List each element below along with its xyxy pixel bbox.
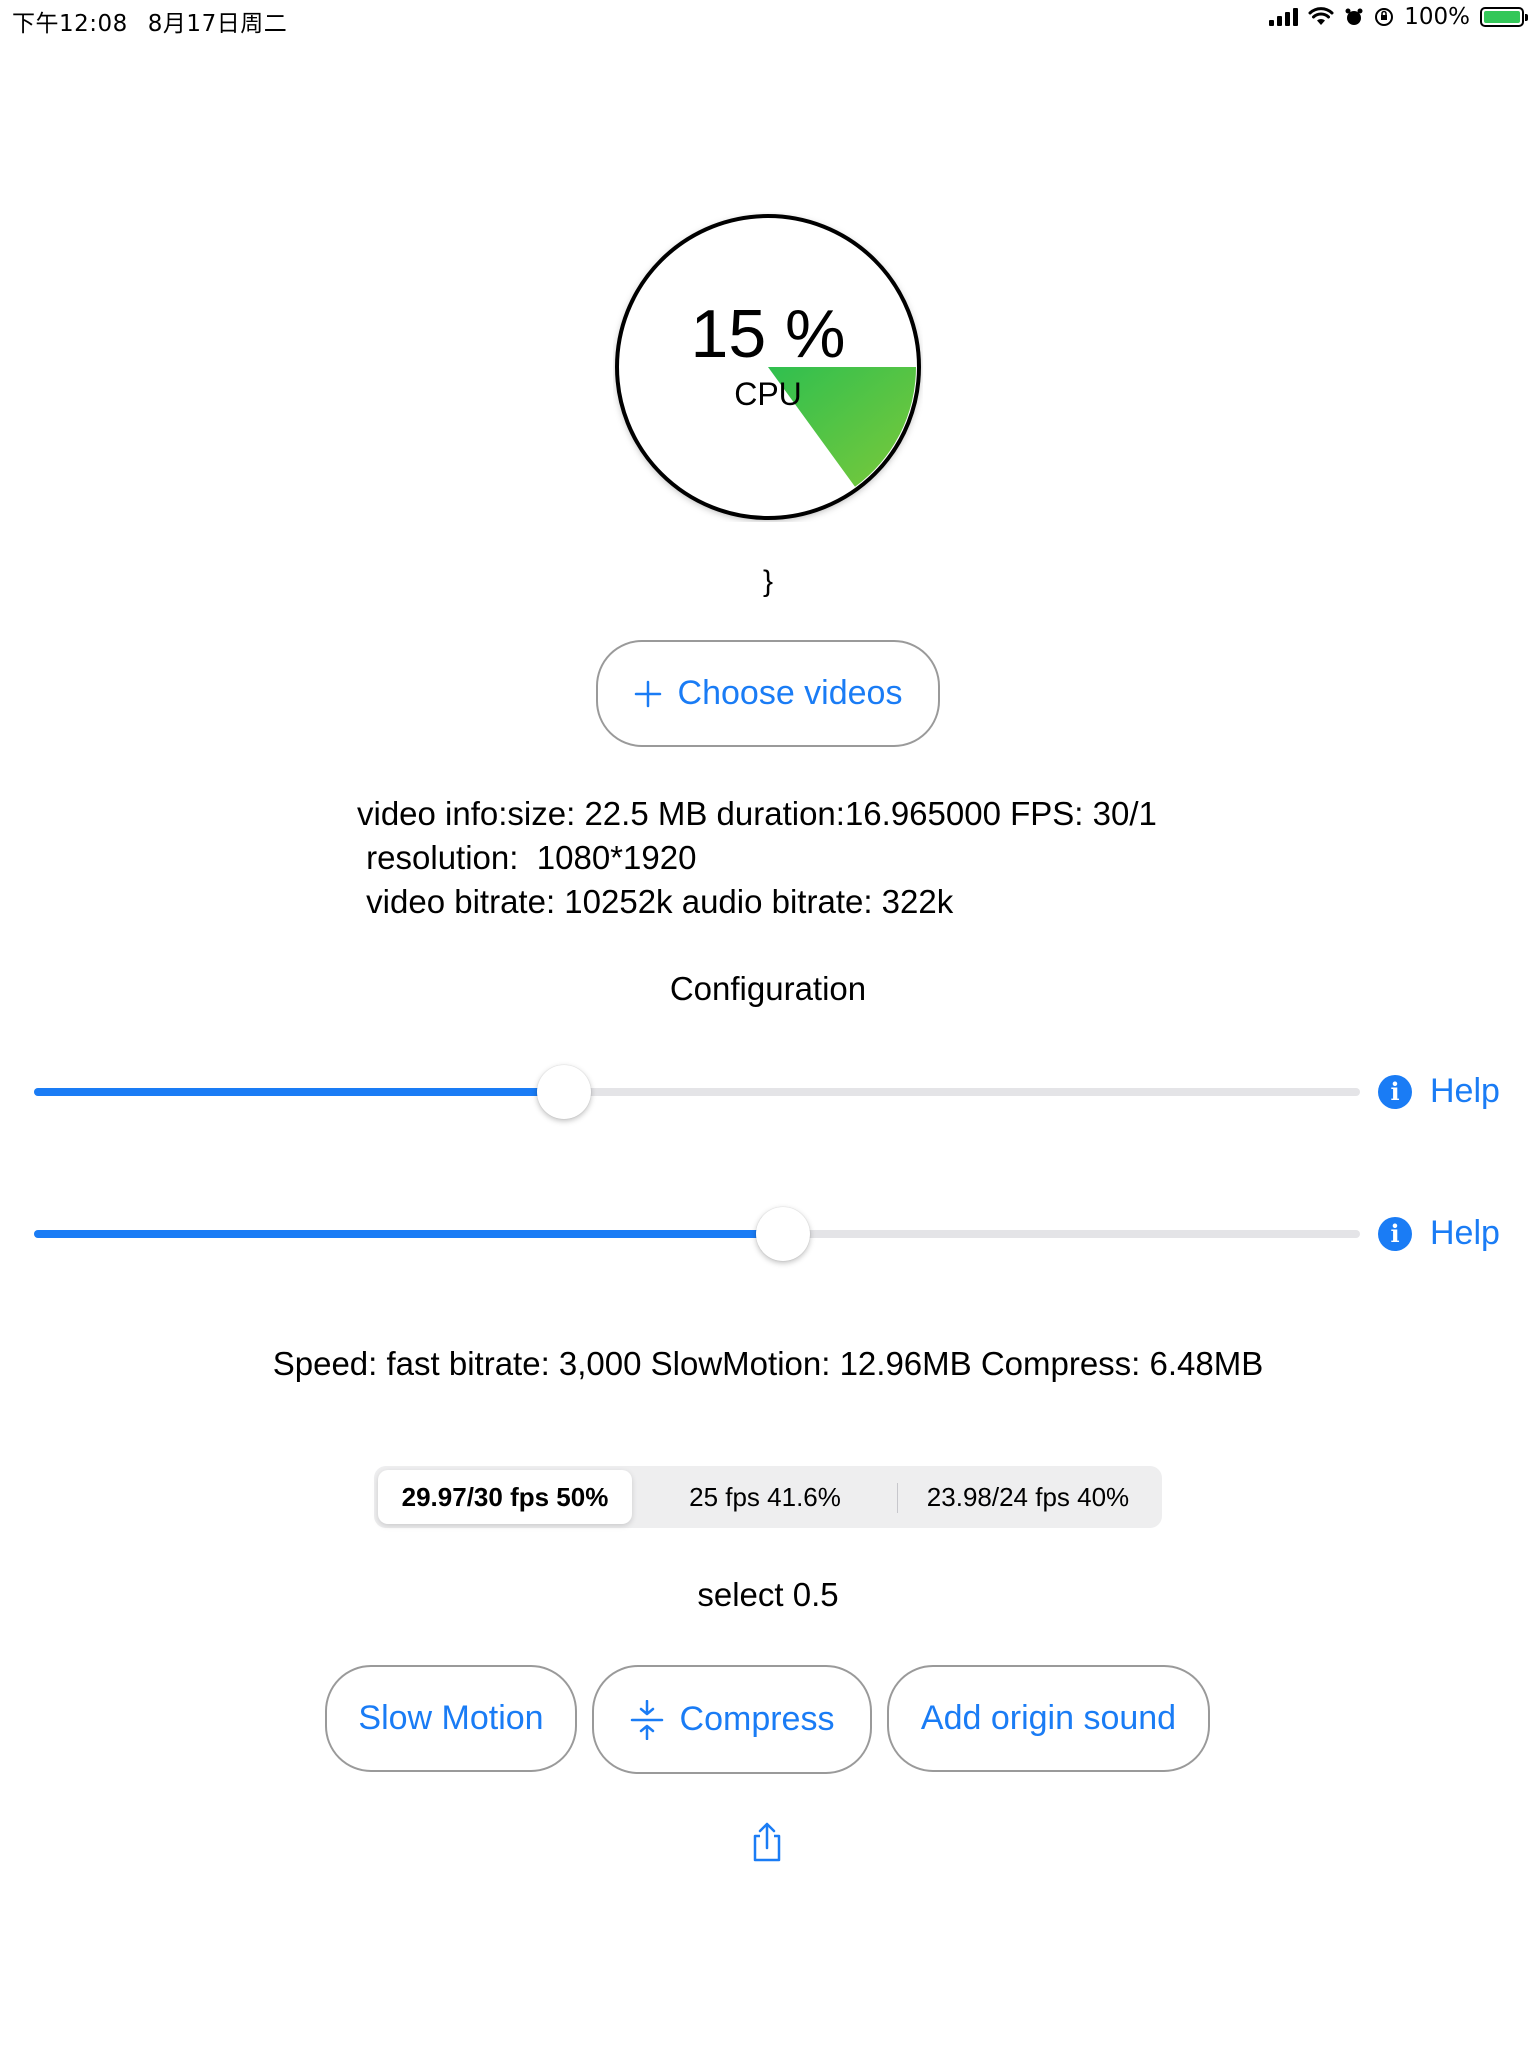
compress-label: Compress — [679, 1700, 835, 1738]
compress-icon — [630, 1699, 663, 1740]
add-origin-sound-label: Add origin sound — [920, 1699, 1177, 1737]
speed-slider-thumb[interactable] — [537, 1065, 592, 1119]
share-icon[interactable] — [750, 1822, 784, 1862]
video-info: video info:size: 22.5 MB duration:16.965… — [357, 792, 1157, 924]
select-value: select 0.5 — [697, 1576, 839, 1613]
speed-slider-fill — [34, 1088, 565, 1096]
cpu-percent: 15 % — [690, 296, 846, 372]
rotation-lock-icon — [1375, 8, 1394, 26]
add-origin-sound-button[interactable]: Add origin sound — [887, 1665, 1210, 1772]
wifi-icon — [1308, 7, 1334, 25]
plus-icon — [634, 680, 661, 707]
bitrate-slider-fill — [34, 1230, 784, 1238]
bitrate-slider-thumb[interactable] — [756, 1207, 811, 1261]
video-info-line: video info:size: 22.5 MB duration:16.965… — [357, 795, 1157, 832]
segment-30fps[interactable]: 29.97/30 fps 50% — [378, 1470, 632, 1524]
segment-25fps[interactable]: 25 fps 41.6% — [632, 1470, 898, 1524]
slow-motion-button[interactable]: Slow Motion — [325, 1665, 577, 1772]
speed-summary: Speed: fast bitrate: 3,000 SlowMotion: 1… — [272, 1345, 1264, 1382]
status-time: 下午12:08 — [12, 11, 128, 37]
compress-button[interactable]: Compress — [592, 1665, 872, 1774]
cellular-signal-icon — [1269, 8, 1299, 26]
help-button-bitrate[interactable]: i Help — [1378, 1214, 1500, 1253]
cpu-gauge-text: 15 % CPU — [613, 300, 923, 413]
video-resolution-line: resolution: 1080*1920 — [357, 839, 697, 876]
battery-charging-icon — [1480, 7, 1528, 27]
help-label: Help — [1430, 1072, 1500, 1110]
help-button-speed[interactable]: i Help — [1378, 1072, 1500, 1111]
help-label: Help — [1430, 1214, 1500, 1252]
info-icon: i — [1378, 1216, 1412, 1251]
status-bar-right: 100% — [1269, 4, 1528, 30]
status-bar-left: 下午12:08 8月17日周二 — [12, 4, 307, 38]
alarm-icon — [1345, 8, 1363, 25]
configuration-title: Configuration — [669, 970, 867, 1007]
brace-text: } — [762, 565, 774, 598]
segment-24fps[interactable]: 23.98/24 fps 40% — [898, 1470, 1158, 1524]
battery-percent: 100% — [1404, 4, 1470, 30]
video-bitrate-line: video bitrate: 10252k audio bitrate: 322… — [357, 883, 954, 920]
choose-videos-button[interactable]: Choose videos — [596, 640, 940, 747]
choose-videos-label: Choose videos — [677, 674, 903, 712]
status-date: 8月17日周二 — [147, 11, 288, 37]
info-icon: i — [1378, 1074, 1412, 1109]
fps-segmented-control: 29.97/30 fps 50% 25 fps 41.6% 23.98/24 f… — [374, 1466, 1162, 1528]
cpu-label: CPU — [734, 376, 802, 412]
slow-motion-label: Slow Motion — [358, 1699, 544, 1737]
